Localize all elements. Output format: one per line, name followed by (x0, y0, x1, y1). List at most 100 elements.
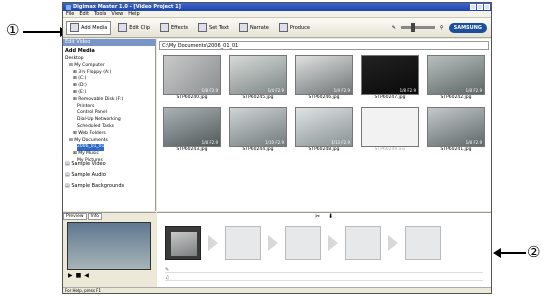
status-bar: For Help, press F1 (63, 287, 491, 293)
tree-item-dialup[interactable]: Dial-Up Networking (65, 117, 155, 124)
thumbnail[interactable]: 1/4 F2.9 STP60245.jpg (229, 55, 287, 102)
tree-item-scheduled[interactable]: Scheduled Tasks (65, 124, 155, 131)
storyboard-frame[interactable] (165, 226, 201, 260)
storyboard-frame[interactable] (405, 226, 441, 260)
thumbnail[interactable]: 1/8 F2.9 STP60247.jpg (361, 55, 419, 102)
tree-label: (E:) (78, 89, 87, 95)
menu-help[interactable]: Help (128, 11, 139, 17)
menu-tools[interactable]: Tools (94, 11, 106, 17)
storyboard-pane: ✂ ⬇ ✎ ♫ (157, 212, 491, 293)
transition-arrow[interactable] (208, 235, 218, 251)
thumbnail-image: 1/13 F2.9 (295, 107, 353, 147)
menu-bar: File Edit Tools View Help (63, 11, 491, 18)
narration-track[interactable]: ✎ (165, 267, 483, 273)
narrate-button[interactable]: Narrate (236, 21, 272, 35)
callout-2-label: ② (527, 243, 541, 261)
callout-1-label: ① (6, 21, 20, 39)
tab-preview[interactable]: Preview (63, 213, 87, 220)
sample-backgrounds-link[interactable]: Sample Backgrounds (65, 181, 124, 192)
transition-arrow[interactable] (388, 235, 398, 251)
tree-item-my-computer[interactable]: ⊟ My Computer (65, 63, 155, 70)
tree-item-d[interactable]: ⊞ (D:) (65, 83, 155, 90)
thumbnail[interactable]: 1/10 F2.9 STP60244.jpg (229, 107, 287, 154)
thumbnail-image (361, 107, 419, 147)
edit-clip-label: Edit Clip (129, 24, 151, 31)
transition-arrow[interactable] (268, 235, 278, 251)
pane-title: Edit Video (63, 39, 155, 46)
thumbnail[interactable]: 1/8 F2.9 STP60240.jpg (163, 55, 221, 102)
narrate-label: Narrate (249, 24, 269, 31)
thumbnail-name: STP60249.avi (374, 147, 406, 152)
thumbnail[interactable]: STP60249.avi (361, 107, 419, 154)
storyboard-frame[interactable] (345, 226, 381, 260)
produce-label: Produce (289, 24, 310, 31)
add-media-button[interactable]: Add Media (66, 20, 112, 35)
title-bar: Digimax Master 1.0 - [Video Project 1] (63, 3, 491, 11)
thumbnail-name: STP60246.jpg (308, 95, 340, 100)
tree-item-desktop[interactable]: Desktop (65, 56, 155, 63)
play-icon[interactable]: ▶ (68, 272, 73, 279)
cut-icon[interactable]: ✂ (315, 213, 320, 221)
thumbnail[interactable]: 1/13 F2.9 STP60248.jpg (295, 107, 353, 154)
tree-item-e[interactable]: ⊞ (E:) (65, 90, 155, 97)
thumbnail-meta: 1/8 F2.9 (201, 140, 218, 145)
produce-button[interactable]: Produce (276, 21, 313, 35)
tree-item-my-music[interactable]: ⊞ My Music (65, 151, 155, 158)
thumbnail-meta: 1/8 F2.9 (465, 88, 482, 93)
menu-edit[interactable]: Edit (79, 11, 89, 17)
tree-label: (C:) (78, 76, 87, 82)
music-track[interactable]: ♫ (165, 275, 483, 281)
thumbnail-meta: 1/13 F2.9 (331, 140, 350, 145)
folder-tree: Desktop ⊟ My Computer ⊞ 3½ Floppy (A:) ⊞… (63, 56, 155, 165)
thumbnail-name: STP60248.jpg (308, 147, 340, 152)
set-text-label: Set Text (209, 24, 229, 31)
zoom-slider-knob[interactable] (410, 23, 415, 32)
thumbnail-meta: 1/4 F2.9 (333, 88, 350, 93)
samsung-logo: SAMSUNG (448, 22, 487, 33)
effects-icon (160, 23, 170, 32)
thumbnail[interactable]: 1/8 F2.9 STP60243.jpg (163, 107, 221, 154)
sample-audio-link[interactable]: Sample Audio (65, 170, 124, 181)
menu-view[interactable]: View (111, 11, 123, 17)
set-text-button[interactable]: Set Text (195, 21, 232, 35)
thumbnail-image: 1/4 F2.9 (229, 55, 287, 95)
text-icon (198, 23, 208, 32)
thumbnail-meta: 1/10 F2.9 (265, 140, 284, 145)
storyboard-frame[interactable] (225, 226, 261, 260)
thumbnail-image: 1/10 F2.9 (229, 107, 287, 147)
edit-clip-icon (118, 23, 128, 32)
storyboard-frame[interactable] (285, 226, 321, 260)
stop-icon[interactable]: ■ (76, 272, 82, 279)
callout-2-arrow (500, 252, 526, 254)
thumbnail-name: STP60242.jpg (440, 95, 472, 100)
download-icon[interactable]: ⬇ (328, 213, 333, 221)
menu-file[interactable]: File (66, 11, 74, 17)
path-dropdown[interactable]: C:\My Documents\2006_01_01 (159, 41, 489, 50)
volume-icon[interactable]: ◀ (84, 272, 89, 279)
minimize-icon[interactable] (470, 4, 476, 10)
media-list-pane: C:\My Documents\2006_01_01 1/8 F2.9 STP60… (157, 39, 491, 211)
tree-item-web-folders[interactable]: ⊞ Web Folders (65, 131, 155, 138)
frame-thumbnail (171, 232, 197, 256)
sample-video-link[interactable]: Sample Video (65, 159, 124, 170)
tab-info[interactable]: Info (87, 213, 103, 220)
maximize-icon[interactable] (477, 4, 483, 10)
tools-icon[interactable]: ✎ (392, 25, 396, 31)
tree-label: Web Folders (78, 130, 106, 136)
tree-label: Removable Disk (F:) (78, 96, 124, 102)
close-icon[interactable] (484, 4, 490, 10)
thumbnail-grid: 1/8 F2.9 STP60240.jpg 1/4 F2.9 STP60245.jp… (157, 52, 491, 157)
tree-label: Control Panel (77, 110, 107, 116)
edit-clip-button[interactable]: Edit Clip (115, 21, 153, 35)
sample-list: Sample Video Sample Audio Sample Backgro… (65, 159, 124, 192)
thumbnail[interactable]: 1/8 F2.9 STP60241.jpg (427, 107, 485, 154)
tree-label: My Music (78, 151, 99, 157)
thumbnail[interactable]: 1/8 F2.9 STP60242.jpg (427, 55, 485, 102)
transition-arrow[interactable] (328, 235, 338, 251)
zoom-icon[interactable]: ⚲ (440, 25, 444, 31)
zoom-slider[interactable] (400, 23, 435, 32)
effects-button[interactable]: Effects (157, 21, 191, 35)
tree-item-removable[interactable]: ⊞ Removable Disk (F:) (65, 97, 155, 104)
thumbnail[interactable]: 1/4 F2.9 STP60246.jpg (295, 55, 353, 102)
callout-1-arrow (23, 31, 63, 33)
